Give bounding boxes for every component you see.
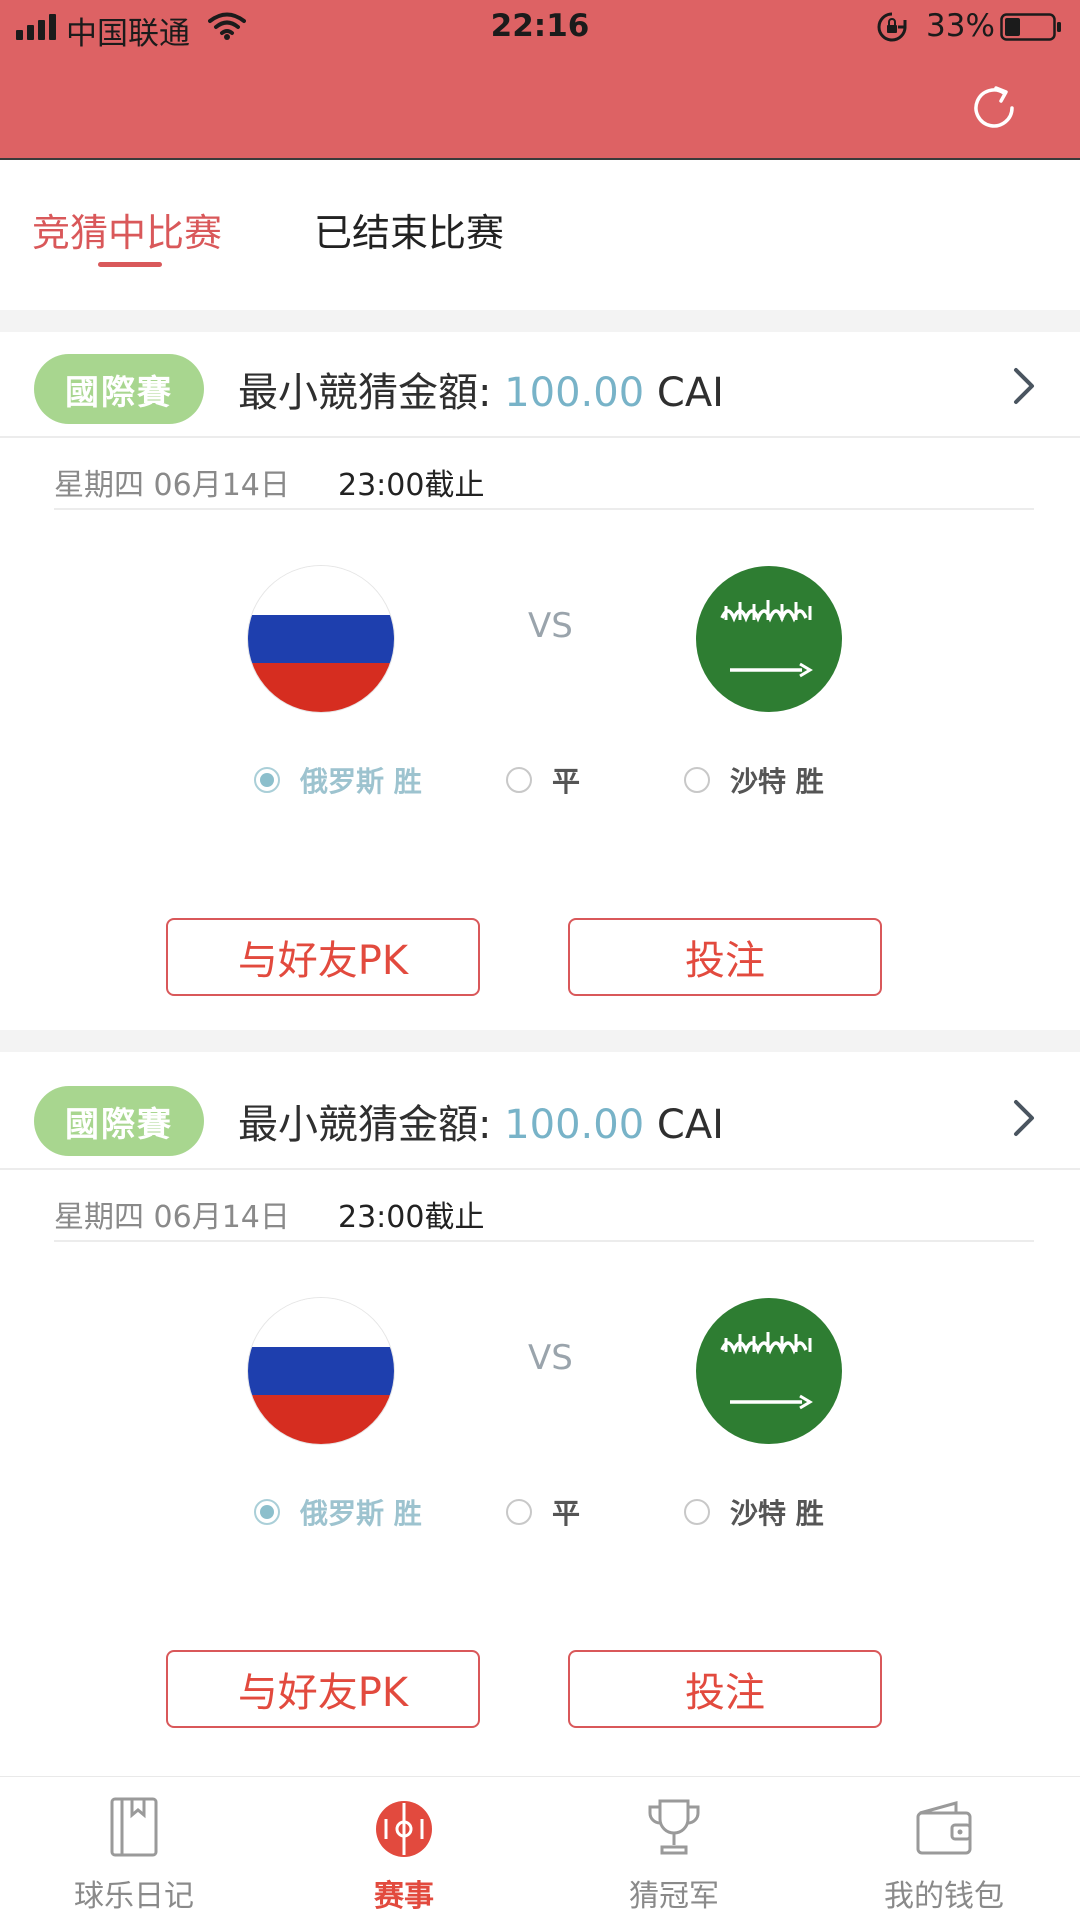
wallet-icon [916, 1801, 972, 1855]
app-header: 中国联通 22:16 33% [0, 0, 1080, 160]
option-label: 沙特 胜 [730, 1497, 824, 1530]
nav-label: 球乐日记 [74, 1879, 194, 1914]
option-draw[interactable]: 平 [506, 1492, 580, 1532]
place-bet-button[interactable]: 投注 [568, 918, 882, 996]
nav-item-diary[interactable]: 球乐日记 [34, 1777, 234, 1921]
bet-deadline: 23:00截止 [338, 1200, 485, 1235]
bottom-navigation: 球乐日记 赛事 猜冠军 我的钱包 [0, 1776, 1080, 1921]
radio-button[interactable] [506, 767, 532, 793]
nav-item-guess-champion[interactable]: 猜冠军 [574, 1777, 774, 1921]
nav-item-wallet[interactable]: 我的钱包 [844, 1777, 1044, 1921]
tab-ongoing-matches[interactable]: 竞猜中比赛 [32, 202, 222, 257]
status-bar: 中国联通 22:16 33% [0, 0, 1080, 56]
min-bet-label: 最小競猜金額: [238, 370, 492, 416]
option-away-win[interactable]: 沙特 胜 [684, 760, 824, 800]
match-card: 國際賽 最小競猜金額: 100.00 CAI 星期四 06月14日 23:00截… [0, 332, 1080, 1030]
trophy-icon [648, 1799, 700, 1855]
divider [0, 310, 1080, 332]
match-card: 國際賽 最小競猜金額: 100.00 CAI 星期四 06月14日 23:00截… [0, 1064, 1080, 1762]
bet-deadline: 23:00截止 [338, 468, 485, 503]
vs-label: VS [528, 1338, 573, 1378]
match-ball-icon [376, 1801, 432, 1857]
option-home-win[interactable]: 俄罗斯 胜 [254, 760, 422, 800]
russia-flag-icon [248, 1298, 394, 1444]
radio-button[interactable] [684, 1499, 710, 1525]
option-away-win[interactable]: 沙特 胜 [684, 1492, 824, 1532]
nav-label: 我的钱包 [884, 1879, 1004, 1914]
tab-finished-matches[interactable]: 已结束比赛 [314, 202, 504, 257]
match-schedule: 星期四 06月14日 23:00截止 [54, 448, 1034, 510]
min-bet-info: 最小競猜金額: 100.00 CAI [238, 360, 724, 418]
match-card-header[interactable]: 國際賽 最小競猜金額: 100.00 CAI [0, 1064, 1080, 1170]
min-bet-amount: 100.00 [504, 1102, 645, 1148]
russia-flag-icon [248, 566, 394, 712]
battery-percentage: 33% [926, 8, 995, 44]
active-tab-indicator [98, 262, 162, 267]
option-label: 沙特 胜 [730, 765, 824, 798]
option-label: 俄罗斯 胜 [300, 765, 422, 798]
nav-label: 赛事 [374, 1879, 434, 1914]
min-bet-amount: 100.00 [504, 370, 645, 416]
radio-button[interactable] [684, 767, 710, 793]
divider [0, 1030, 1080, 1052]
clock: 22:16 [490, 8, 590, 44]
min-bet-label: 最小競猜金額: [238, 1102, 492, 1148]
option-label: 平 [552, 765, 581, 798]
nav-label: 猜冠军 [629, 1879, 719, 1914]
currency-label: CAI [656, 370, 724, 416]
battery-icon [1000, 13, 1061, 41]
chevron-right-icon[interactable] [1012, 1098, 1038, 1138]
radio-button[interactable] [254, 767, 280, 793]
radio-button[interactable] [506, 1499, 532, 1525]
nav-item-matches[interactable]: 赛事 [304, 1777, 504, 1921]
min-bet-info: 最小競猜金額: 100.00 CAI [238, 1092, 724, 1150]
rotation-lock-icon [877, 12, 907, 42]
place-bet-button[interactable]: 投注 [568, 1650, 882, 1728]
match-schedule: 星期四 06月14日 23:00截止 [54, 1180, 1034, 1242]
league-badge: 國際賽 [34, 354, 204, 424]
match-date: 星期四 06月14日 [54, 1200, 290, 1235]
vs-label: VS [528, 606, 573, 646]
chevron-right-icon[interactable] [1012, 366, 1038, 406]
pk-with-friend-button[interactable]: 与好友PK [166, 918, 480, 996]
option-draw[interactable]: 平 [506, 760, 580, 800]
radio-button[interactable] [254, 1499, 280, 1525]
option-label: 俄罗斯 胜 [300, 1497, 422, 1530]
saudi-arabia-flag-icon [696, 566, 842, 712]
option-home-win[interactable]: 俄罗斯 胜 [254, 1492, 422, 1532]
diary-book-icon [110, 1797, 158, 1857]
currency-label: CAI [656, 1102, 724, 1148]
match-tabs: 竞猜中比赛 已结束比赛 [0, 160, 1080, 310]
match-card-header[interactable]: 國際賽 最小競猜金額: 100.00 CAI [0, 332, 1080, 438]
refresh-icon[interactable] [966, 80, 1022, 136]
option-label: 平 [552, 1497, 581, 1530]
saudi-arabia-flag-icon [696, 1298, 842, 1444]
league-badge: 國際賽 [34, 1086, 204, 1156]
pk-with-friend-button[interactable]: 与好友PK [166, 1650, 480, 1728]
match-date: 星期四 06月14日 [54, 468, 290, 503]
